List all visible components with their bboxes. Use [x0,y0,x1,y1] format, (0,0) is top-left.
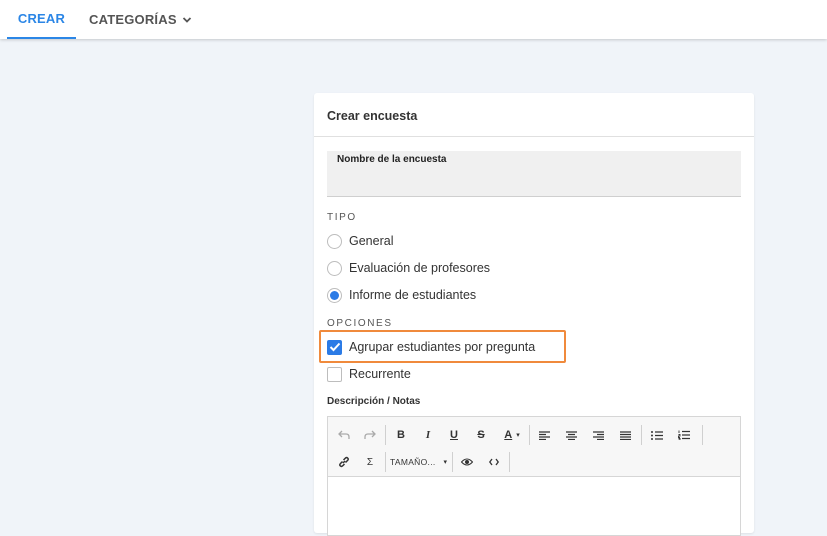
tab-crear-label: CREAR [17,11,66,26]
eye-icon[interactable] [456,451,478,473]
tab-categorias-label: CATEGORÍAS [89,12,177,27]
rich-text-editor: B I U S A ▾ Σ TAMAÑO... ▾ [327,416,741,536]
checkbox-recurrente-label: Recurrente [349,367,411,381]
radio-dot [330,290,339,300]
toolbar-separator [529,425,530,445]
radio-button[interactable] [327,260,342,276]
checkbox-checked[interactable] [327,339,342,355]
card-title: Crear encuesta [327,109,418,123]
radio-general-label: General [349,234,394,248]
tab-crear[interactable]: CREAR [7,0,76,39]
toolbar-separator [702,425,703,445]
sigma-icon[interactable]: Σ [359,451,381,473]
toolbar-separator [509,452,510,472]
checkbox-recurrente[interactable]: Recurrente [327,365,411,383]
align-center-icon[interactable] [560,424,582,446]
description-label: Descripción / Notas [327,396,421,407]
link-icon[interactable] [333,451,355,473]
code-icon[interactable] [483,451,505,473]
underline-icon[interactable]: U [443,424,465,446]
bullet-list-icon[interactable] [646,424,668,446]
checkbox-agrupar-label: Agrupar estudiantes por pregunta [349,340,536,354]
font-color-icon[interactable]: A ▾ [498,424,526,446]
radio-evaluacion-profesores[interactable]: Evaluación de profesores [327,259,490,277]
radio-button[interactable] [327,233,342,249]
toolbar-separator [452,452,453,472]
strikethrough-icon[interactable]: S [470,424,492,446]
align-right-icon[interactable] [587,424,609,446]
editor-toolbar: B I U S A ▾ Σ TAMAÑO... ▾ [328,417,740,477]
checkbox-unchecked[interactable] [327,366,342,382]
top-navigation: CREAR CATEGORÍAS [0,0,827,39]
numbered-list-icon[interactable] [673,424,695,446]
opciones-section-label: OPCIONES [327,318,393,329]
radio-button-selected[interactable] [327,287,342,303]
align-justify-icon[interactable] [614,424,636,446]
align-left-icon[interactable] [533,424,555,446]
tipo-section-label: TIPO [327,212,357,223]
checkmark-icon [329,342,340,352]
radio-evaluacion-label: Evaluación de profesores [349,261,491,275]
bold-icon[interactable]: B [390,424,412,446]
radio-general[interactable]: General [327,232,393,250]
font-size-label: TAMAÑO... [390,457,436,467]
card-header: Crear encuesta [314,93,754,137]
checkbox-agrupar-estudiantes[interactable]: Agrupar estudiantes por pregunta [327,338,535,356]
toolbar-separator [385,425,386,445]
survey-name-field[interactable]: Nombre de la encuesta [327,151,741,197]
survey-name-label: Nombre de la encuesta [337,154,447,165]
redo-icon[interactable] [359,424,381,446]
chevron-down-icon [182,16,191,23]
toolbar-separator [385,452,386,472]
font-size-dropdown[interactable]: TAMAÑO... ▾ [390,451,447,473]
radio-informe-label: Informe de estudiantes [349,288,477,302]
description-text-area[interactable] [328,477,740,535]
undo-icon[interactable] [333,424,355,446]
radio-informe-estudiantes[interactable]: Informe de estudiantes [327,286,476,304]
toolbar-separator [641,425,642,445]
tab-categorias[interactable]: CATEGORÍAS [89,0,192,39]
caret-down-icon: ▾ [443,459,448,466]
italic-icon[interactable]: I [417,424,439,446]
create-survey-card: Crear encuesta Nombre de la encuesta TIP… [314,93,754,536]
